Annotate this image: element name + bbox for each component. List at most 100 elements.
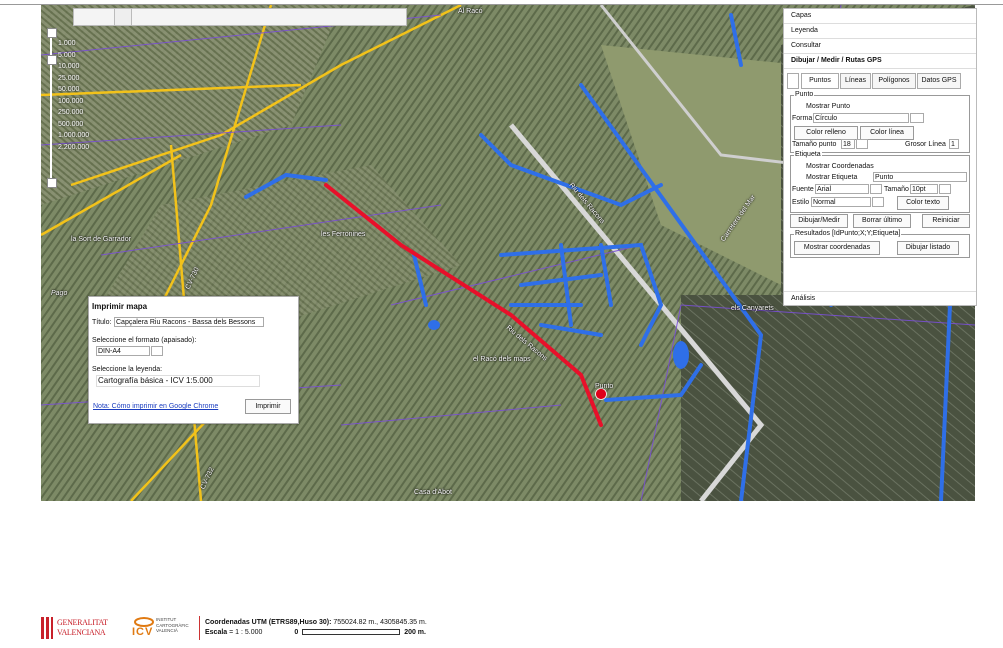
grosor-linea-label: Grosor Línea	[905, 141, 946, 148]
map-label: els Canyarets	[731, 305, 774, 312]
footer: GENERALITAT VALENCIANA ICV INSTITUT CART…	[40, 616, 480, 640]
nota-chrome-link[interactable]: Nota: Cómo imprimir en Google Chrome	[93, 402, 218, 411]
zoom-scale-label[interactable]: 5.000	[58, 52, 89, 64]
zoom-out-knob[interactable]	[47, 178, 57, 188]
map-label: el Racó dels maps	[473, 356, 531, 363]
punto-fieldset: Punto Mostrar Punto Forma Círculo Color …	[790, 91, 970, 153]
grosor-linea-input[interactable]: 1	[949, 139, 959, 149]
resultados-fieldset: Resultados [IdPunto;X;Y;Etiqueta] Mostra…	[790, 230, 970, 258]
zoom-scale-label[interactable]: 100.000	[58, 98, 89, 110]
generalitat-emblem-icon	[41, 617, 53, 639]
estilo-label: Estilo	[792, 199, 810, 206]
color-relleno-button[interactable]: Color relleno	[794, 126, 858, 140]
zoom-scale-label[interactable]: 1.000	[58, 40, 89, 52]
mostrar-punto-checkbox[interactable]: Mostrar Punto	[806, 102, 850, 111]
imprimir-button[interactable]: Imprimir	[245, 399, 291, 414]
gv-line1: GENERALITAT	[57, 618, 108, 627]
punto-legend: Punto	[794, 91, 815, 99]
menu-analisis[interactable]: Análisis	[784, 291, 976, 306]
forma-label: Forma	[792, 115, 813, 122]
search-button[interactable]	[114, 9, 132, 25]
color-texto-button[interactable]: Color texto	[897, 196, 949, 210]
map-label: la Sort de Garrador	[71, 236, 131, 243]
resultados-legend: Resultados [IdPunto;X;Y;Etiqueta]	[794, 230, 902, 238]
titulo-input[interactable]: Capçalera Riu Racons - Bassa dels Besson…	[114, 317, 264, 327]
fuente-label: Fuente	[792, 186, 814, 193]
dibujar-listado-button[interactable]: Dibujar listado	[897, 241, 959, 255]
tamano-dropdown[interactable]	[939, 184, 951, 194]
zoom-scale-label[interactable]: 250.000	[58, 109, 89, 121]
tamano-punto-label: Tamaño punto	[792, 141, 837, 148]
zoom-handle[interactable]	[47, 55, 57, 65]
zoom-scale-list: 1.000 5.000 10.000 25.000 50.000 100.000 250.0…	[58, 40, 89, 155]
mostrar-coordenadas-button[interactable]: Mostrar coordenadas	[794, 241, 880, 255]
mostrar-coordenadas-checkbox[interactable]: Mostrar Coordenadas	[806, 162, 874, 171]
formato-label: Seleccione el formato (apaisado):	[92, 337, 197, 344]
menu-leyenda[interactable]: Leyenda	[784, 24, 976, 39]
zoom-scale-label[interactable]: 10.000	[58, 63, 89, 75]
gv-line2: VALENCIANA	[57, 628, 106, 637]
estilo-dropdown[interactable]	[872, 197, 884, 207]
tab-datos-gps[interactable]: Datos GPS	[917, 73, 961, 89]
escala-label: Escala	[205, 629, 228, 636]
etiqueta-fieldset: Etiqueta Mostrar Coordenadas Mostrar Eti…	[790, 151, 970, 213]
forma-dropdown[interactable]	[910, 113, 924, 123]
scale-bar	[302, 629, 401, 636]
fuente-select[interactable]: Arial	[815, 184, 869, 194]
scale-bar-end: 200 m.	[404, 629, 426, 636]
zoom-scale-label[interactable]: 25.000	[58, 75, 89, 87]
coord-readout: Coordenadas UTM (ETRS89,Huso 30): 755024…	[205, 619, 427, 626]
zoom-slider[interactable]	[47, 28, 57, 188]
etiqueta-legend: Etiqueta	[794, 151, 822, 159]
formato-dropdown[interactable]	[151, 346, 163, 356]
tamano-punto-input[interactable]: 18	[841, 139, 855, 149]
tamano-punto-dropdown[interactable]	[856, 139, 868, 149]
color-linea-button[interactable]: Color línea	[860, 126, 914, 140]
search-input[interactable]	[73, 8, 407, 26]
borrar-ultimo-button[interactable]: Borrar último	[853, 214, 911, 228]
scale-bar-zero: 0	[294, 629, 299, 636]
generalitat-logo: GENERALITAT VALENCIANA	[40, 616, 108, 642]
drawn-point-marker	[595, 388, 607, 400]
mostrar-etiqueta-checkbox[interactable]: Mostrar Etiqueta	[806, 173, 857, 182]
titulo-label: Título:	[92, 319, 112, 326]
zoom-scale-label[interactable]: 500.000	[58, 121, 89, 133]
coord-value: 755024.82 m., 4305845.35 m.	[333, 619, 427, 626]
print-dialog: Imprimir mapa Título: Capçalera Riu Raco…	[88, 296, 299, 424]
leyenda-label: Seleccione la leyenda:	[92, 366, 163, 373]
map-label: Pago	[51, 290, 68, 297]
fuente-dropdown[interactable]	[870, 184, 882, 194]
tamano-select[interactable]: 10pt	[910, 184, 938, 194]
forma-select[interactable]: Círculo	[813, 113, 909, 123]
leyenda-select[interactable]: Cartografía básica - ICV 1:5.000	[96, 375, 260, 387]
etiqueta-input[interactable]: Punto	[873, 172, 967, 182]
footer-divider	[199, 616, 200, 640]
tab-poligonos[interactable]: Polígonos	[872, 73, 916, 89]
reiniciar-button[interactable]: Reiniciar	[922, 214, 970, 228]
zoom-scale-label[interactable]: 2.200.000	[58, 144, 89, 156]
escala-value: = 1 : 5.000	[229, 629, 263, 636]
map-label: Al Racó	[458, 8, 483, 15]
dibujar-medir-button[interactable]: Dibujar/Medir	[790, 214, 848, 228]
tab-puntos[interactable]: Puntos	[801, 73, 839, 89]
map-label: Casa d'Abot	[414, 489, 452, 496]
menu-consultar[interactable]: Consultar	[784, 39, 976, 54]
tab-spacer	[787, 73, 799, 89]
estilo-select[interactable]: Normal	[811, 197, 871, 207]
zoom-track	[50, 28, 52, 186]
icv-text: ICV	[132, 626, 154, 638]
tool-panel: Capas Leyenda Consultar Dibujar / Medir …	[783, 8, 977, 306]
icv-small3: VALENCIÀ	[156, 628, 178, 633]
zoom-scale-label[interactable]: 1.000.000	[58, 132, 89, 144]
tab-bar: Puntos Líneas Polígonos Datos GPS	[787, 73, 976, 89]
print-dialog-title: Imprimir mapa	[92, 302, 148, 311]
formato-select[interactable]: DIN-A4	[96, 346, 150, 356]
map-label: les Ferronines	[321, 231, 366, 238]
menu-capas[interactable]: Capas	[784, 9, 976, 24]
zoom-in-knob[interactable]	[47, 28, 57, 38]
zoom-scale-label[interactable]: 50.000	[58, 86, 89, 98]
menu-dibujar[interactable]: Dibujar / Medir / Rutas GPS	[784, 54, 976, 69]
tab-lineas[interactable]: Líneas	[840, 73, 871, 89]
tamano-label: Tamaño	[884, 186, 909, 193]
scale-readout: Escala = 1 : 5.000 0 200 m.	[205, 629, 426, 636]
